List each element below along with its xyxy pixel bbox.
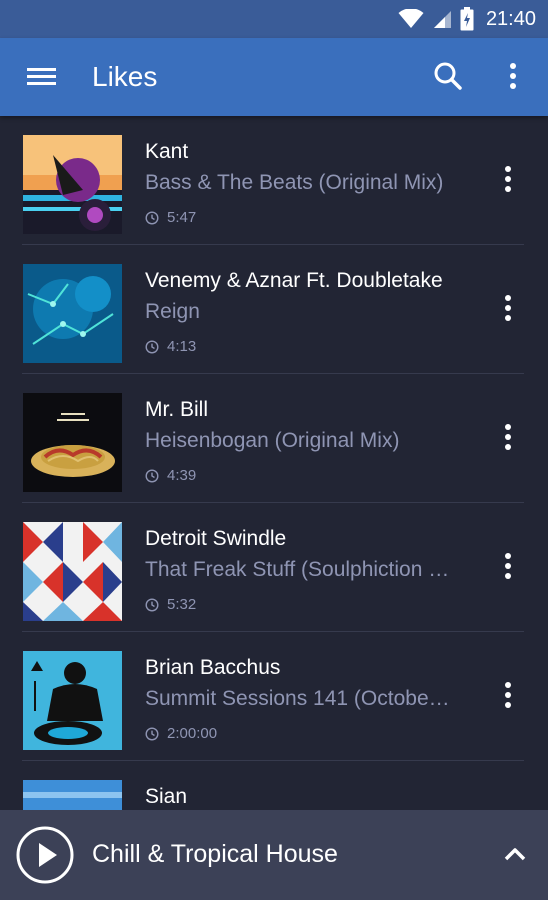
track-row[interactable]: Detroit Swindle That Freak Stuff (Soulph… bbox=[0, 503, 548, 632]
play-icon bbox=[16, 826, 74, 884]
play-button[interactable] bbox=[16, 826, 74, 884]
now-playing-title: Chill & Tropical House bbox=[92, 840, 338, 868]
track-duration-group: 4:13 bbox=[145, 338, 196, 355]
page-title: Likes bbox=[92, 61, 158, 92]
wifi-icon bbox=[398, 9, 424, 28]
track-artist: Venemy & Aznar Ft. Doubletake bbox=[145, 269, 443, 292]
expand-player-button[interactable] bbox=[500, 840, 530, 870]
menu-button[interactable] bbox=[20, 58, 60, 96]
track-more-button[interactable] bbox=[493, 283, 523, 333]
battery-icon bbox=[460, 7, 474, 31]
track-row[interactable]: Venemy & Aznar Ft. Doubletake Reign 4:13 bbox=[0, 245, 548, 374]
album-art bbox=[23, 393, 122, 492]
status-time: 21:40 bbox=[485, 7, 536, 30]
track-title: Heisenbogan (Original Mix) bbox=[145, 429, 400, 452]
track-more-button[interactable] bbox=[493, 541, 523, 591]
track-duration-group: 4:39 bbox=[145, 467, 196, 484]
status-bar: 21:40 bbox=[0, 0, 548, 38]
track-artist: Brian Bacchus bbox=[145, 656, 281, 679]
track-row[interactable]: Brian Bacchus Summit Sessions 141 (Octob… bbox=[0, 632, 548, 761]
track-title: That Freak Stuff (Soulphiction Mi... bbox=[145, 558, 450, 581]
track-duration: 2:00:00 bbox=[167, 725, 218, 742]
track-duration: 4:13 bbox=[167, 338, 197, 355]
status-icons: 21:40 bbox=[398, 0, 536, 38]
more-vert-icon bbox=[505, 424, 511, 450]
more-vert-icon bbox=[510, 63, 516, 89]
track-row[interactable]: Sian bbox=[0, 761, 548, 810]
track-duration-group: 5:32 bbox=[145, 596, 196, 613]
more-vert-icon bbox=[505, 682, 511, 708]
menu-icon bbox=[27, 68, 56, 85]
clock-icon bbox=[145, 468, 159, 483]
clock-icon bbox=[145, 597, 159, 612]
more-vert-icon bbox=[505, 553, 511, 579]
track-row[interactable]: Kant Bass & The Beats (Original Mix) 5:4… bbox=[0, 116, 548, 245]
chevron-up-icon bbox=[504, 848, 526, 861]
track-more-button[interactable] bbox=[493, 412, 523, 462]
now-playing-bar[interactable]: Chill & Tropical House bbox=[0, 810, 548, 900]
track-row[interactable]: Mr. Bill Heisenbogan (Original Mix) 4:39 bbox=[0, 374, 548, 503]
track-artist: Sian bbox=[145, 785, 188, 808]
track-title: Bass & The Beats (Original Mix) bbox=[145, 171, 444, 194]
clock-icon bbox=[145, 210, 159, 225]
app-bar: Likes bbox=[0, 38, 548, 116]
track-more-button[interactable] bbox=[493, 670, 523, 720]
clock-icon bbox=[145, 339, 159, 354]
track-duration: 5:47 bbox=[167, 209, 197, 226]
track-artist: Mr. Bill bbox=[145, 398, 208, 421]
more-vert-icon bbox=[505, 295, 511, 321]
search-icon bbox=[434, 62, 462, 90]
track-artist: Detroit Swindle bbox=[145, 527, 287, 550]
track-duration: 4:39 bbox=[167, 467, 197, 484]
album-art bbox=[23, 522, 122, 621]
overflow-menu-button[interactable] bbox=[498, 56, 528, 96]
track-artist: Kant bbox=[145, 140, 189, 163]
album-art bbox=[23, 135, 122, 234]
album-art bbox=[23, 651, 122, 750]
album-art bbox=[23, 264, 122, 363]
search-button[interactable] bbox=[428, 56, 468, 96]
signal-icon bbox=[433, 11, 451, 28]
clock-icon bbox=[145, 726, 159, 741]
track-title: Reign bbox=[145, 300, 200, 323]
track-title: Summit Sessions 141 (October 2... bbox=[145, 687, 450, 710]
track-more-button[interactable] bbox=[493, 154, 523, 204]
more-vert-icon bbox=[505, 166, 511, 192]
track-duration: 5:32 bbox=[167, 596, 197, 613]
track-duration-group: 5:47 bbox=[145, 209, 196, 226]
track-list: Kant Bass & The Beats (Original Mix) 5:4… bbox=[0, 116, 548, 810]
album-art bbox=[23, 780, 122, 810]
track-duration-group: 2:00:00 bbox=[145, 725, 217, 742]
